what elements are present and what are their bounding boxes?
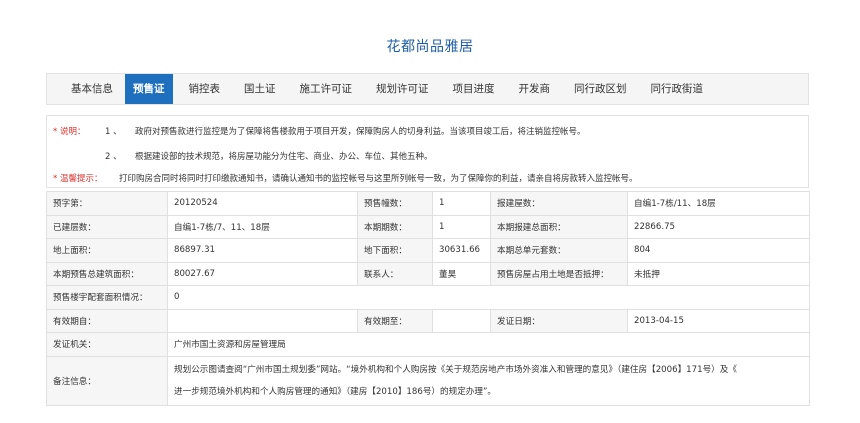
presale-buildings-value: 1 bbox=[432, 191, 491, 216]
note-item-1-number: 1 、 bbox=[105, 127, 122, 137]
supporting-area-label: 预售楼宇配套面积情况： bbox=[46, 285, 168, 310]
tab-same-street[interactable]: 同行政街道 bbox=[643, 73, 712, 105]
issue-date-value: 2013-04-15 bbox=[627, 308, 810, 333]
remarks-value: 规划公示图请查阅“广州市国土规划委”网站。“境外机构和个人购房按《关于规范房地产… bbox=[167, 355, 810, 406]
remarks-label: 备注信息： bbox=[46, 355, 168, 406]
issuing-authority-value: 广州市国土资源和房屋管理局 bbox=[167, 332, 810, 357]
tab-bar: 基本信息 预售证 销控表 国土证 施工许可证 规划许可证 项目进度 开发商 同行… bbox=[46, 73, 809, 105]
table-row: 地上面积： 86897.31 地下面积： 30631.66 本期总单元套数： 8… bbox=[46, 238, 810, 263]
remarks-line-2: 进一步规范境外机构和个人购房管理的通知》（建房【2010】186号）的规定办理”… bbox=[174, 386, 497, 397]
notes-panel: * 说明： 1 、 政府对预售款进行监控是为了保障将售楼款用于项目开发，保障购房… bbox=[46, 115, 809, 188]
supporting-area-value: 0 bbox=[167, 285, 810, 310]
note-item-1-text: 政府对预售款进行监控是为了保障将售楼款用于项目开发，保障购房人的切身利益。当该项… bbox=[135, 127, 586, 137]
tab-presale-permit[interactable]: 预售证 bbox=[125, 74, 173, 104]
table-row: 有效期自： 有效期至： 发证日期： 2013-04-15 bbox=[46, 308, 810, 333]
table-row: 预售楼宇配套面积情况： 0 bbox=[46, 285, 810, 310]
reported-area-label: 本期报建总面积： bbox=[490, 214, 628, 239]
tab-developer[interactable]: 开发商 bbox=[511, 73, 559, 105]
above-ground-area-label: 地上面积： bbox=[46, 238, 168, 263]
table-row: 发证机关： 广州市国土资源和房屋管理局 bbox=[46, 332, 810, 357]
issue-date-label: 发证日期： bbox=[490, 308, 628, 333]
unit-count-value: 804 bbox=[627, 238, 810, 263]
table-row: 预字第： 20120524 预售幢数： 1 报建屋数： 自编1-7栋/11、18… bbox=[46, 191, 810, 216]
underground-area-value: 30631.66 bbox=[432, 238, 491, 263]
presale-no-label: 预字第： bbox=[46, 191, 168, 216]
underground-area-label: 地下面积： bbox=[357, 238, 433, 263]
table-row: 已建层数： 自编1-7栋/7、11、18层 本期期数： 1 本期报建总面积： 2… bbox=[46, 214, 810, 239]
built-floors-label: 已建层数： bbox=[46, 214, 168, 239]
permit-info-table: 预字第： 20120524 预售幢数： 1 报建屋数： 自编1-7栋/11、18… bbox=[46, 191, 810, 406]
table-row: 备注信息： 规划公示图请查阅“广州市国土规划委”网站。“境外机构和个人购房按《关… bbox=[46, 355, 810, 406]
table-row: 本期预售总建筑面积： 80027.67 联系人： 董昊 预售房屋占用土地是否抵押… bbox=[46, 261, 810, 286]
note-prefix: * 说明： bbox=[53, 127, 86, 137]
valid-from-label: 有效期自： bbox=[46, 308, 168, 333]
tab-basic-info[interactable]: 基本信息 bbox=[63, 73, 121, 105]
tab-same-district[interactable]: 同行政区划 bbox=[566, 73, 635, 105]
phase-label: 本期期数： bbox=[357, 214, 433, 239]
valid-from-value bbox=[167, 308, 358, 333]
reported-floors-value: 自编1-7栋/11、18层 bbox=[627, 191, 810, 216]
valid-to-label: 有效期至： bbox=[357, 308, 433, 333]
presale-no-value: 20120524 bbox=[167, 191, 358, 216]
reported-area-value: 22866.75 bbox=[627, 214, 810, 239]
tab-construction-permit[interactable]: 施工许可证 bbox=[292, 73, 361, 105]
above-ground-area-value: 86897.31 bbox=[167, 238, 358, 263]
contact-value: 董昊 bbox=[432, 261, 491, 286]
remarks-line-1: 规划公示图请查阅“广州市国土规划委”网站。“境外机构和个人购房按《关于规范房地产… bbox=[174, 364, 737, 375]
presale-buildings-label: 预售幢数： bbox=[357, 191, 433, 216]
reported-floors-label: 报建屋数： bbox=[490, 191, 628, 216]
phase-value: 1 bbox=[432, 214, 491, 239]
presale-area-value: 80027.67 bbox=[167, 261, 358, 286]
tab-land-certificate[interactable]: 国土证 bbox=[236, 73, 284, 105]
built-floors-value: 自编1-7栋/7、11、18层 bbox=[167, 214, 358, 239]
issuing-authority-label: 发证机关： bbox=[46, 332, 168, 357]
mortgage-value: 未抵押 bbox=[627, 261, 810, 286]
tab-planning-permit[interactable]: 规划许可证 bbox=[368, 73, 437, 105]
note-item-2-text: 根据建设部的技术规范，将房屋功能分为住宅、商业、办公、车位、其他五种。 bbox=[135, 152, 433, 162]
tip-prefix: * 温馨提示： bbox=[53, 174, 103, 184]
contact-label: 联系人： bbox=[357, 261, 433, 286]
tab-sales-control[interactable]: 销控表 bbox=[181, 73, 229, 105]
tip-text: 打印购房合同时将同时打印缴款通知书，请确认通知书的监控帐号与这里所列帐号一致，为… bbox=[119, 174, 638, 184]
valid-to-value bbox=[432, 308, 491, 333]
unit-count-label: 本期总单元套数： bbox=[490, 238, 628, 263]
mortgage-label: 预售房屋占用土地是否抵押： bbox=[490, 261, 628, 286]
page-title: 花都尚品雅居 bbox=[386, 39, 474, 55]
note-item-2-number: 2 、 bbox=[105, 152, 122, 162]
tab-project-progress[interactable]: 项目进度 bbox=[445, 73, 503, 105]
presale-area-label: 本期预售总建筑面积： bbox=[46, 261, 168, 286]
